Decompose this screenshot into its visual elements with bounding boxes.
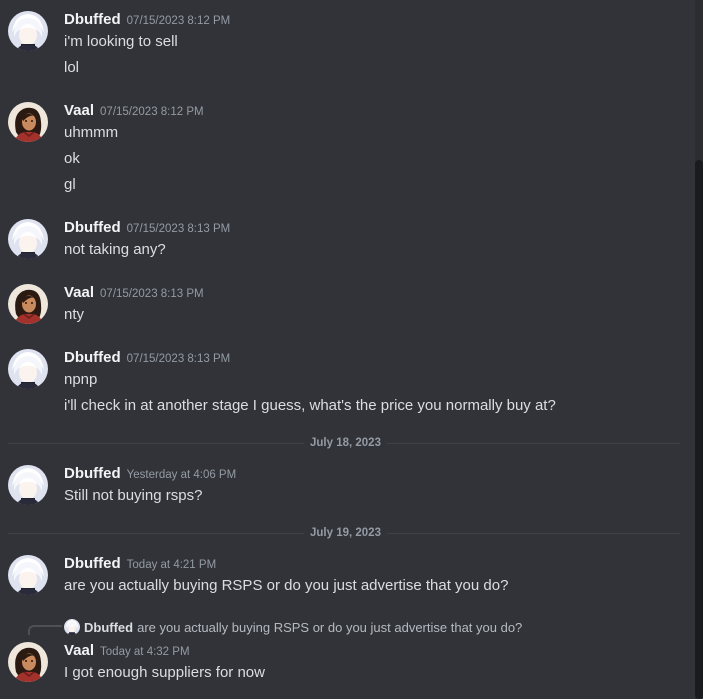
message-header: Dbuffed 07/15/2023 8:13 PM bbox=[64, 219, 230, 238]
reply-avatar-icon bbox=[64, 619, 80, 635]
message-line: lol bbox=[64, 59, 80, 76]
message-header: Dbuffed Today at 4:21 PM bbox=[64, 555, 216, 574]
username[interactable]: Dbuffed bbox=[64, 11, 121, 28]
dbuffed-avatar-icon bbox=[8, 465, 48, 505]
message-line: ok bbox=[64, 150, 80, 167]
reply-preview[interactable]: Dbuffed are you actually buying RSPS or d… bbox=[64, 619, 522, 636]
message-header: Dbuffed 07/15/2023 8:13 PM bbox=[64, 349, 230, 368]
reply-text[interactable]: are you actually buying RSPS or do you j… bbox=[137, 620, 522, 635]
message-header: Dbuffed Yesterday at 4:06 PM bbox=[64, 465, 236, 484]
date-divider-label: July 19, 2023 bbox=[304, 526, 387, 540]
timestamp[interactable]: 07/15/2023 8:13 PM bbox=[100, 288, 204, 300]
message-header: Vaal Today at 4:32 PM bbox=[64, 642, 190, 661]
username[interactable]: Vaal bbox=[64, 284, 94, 301]
date-divider-label: July 18, 2023 bbox=[304, 436, 387, 450]
message-line: I got enough suppliers for now bbox=[64, 664, 265, 681]
message-line: uhmmm bbox=[64, 124, 119, 141]
username[interactable]: Vaal bbox=[64, 642, 94, 659]
message-line: nty bbox=[64, 306, 85, 323]
message-line: are you actually buying RSPS or do you j… bbox=[64, 577, 509, 594]
message-header: Dbuffed 07/15/2023 8:12 PM bbox=[64, 11, 230, 30]
username[interactable]: Dbuffed bbox=[64, 219, 121, 236]
username[interactable]: Dbuffed bbox=[64, 349, 121, 366]
chat-messages: Dbuffed 07/15/2023 8:12 PM i'm looking to… bbox=[0, 0, 693, 699]
vaal-avatar-icon bbox=[8, 102, 48, 142]
user-avatar[interactable] bbox=[8, 219, 48, 259]
user-avatar[interactable] bbox=[8, 284, 48, 324]
message-line: npnp bbox=[64, 371, 98, 388]
vaal-avatar-icon bbox=[8, 284, 48, 324]
message-line: gl bbox=[64, 176, 76, 193]
message-line: Still not buying rsps? bbox=[64, 487, 203, 504]
message-line: i'm looking to sell bbox=[64, 33, 178, 50]
username[interactable]: Vaal bbox=[64, 102, 94, 119]
username[interactable]: Dbuffed bbox=[64, 555, 121, 572]
dbuffed-avatar-icon bbox=[8, 349, 48, 389]
timestamp[interactable]: 07/15/2023 8:13 PM bbox=[127, 223, 231, 235]
timestamp[interactable]: Today at 4:32 PM bbox=[100, 646, 190, 658]
username[interactable]: Dbuffed bbox=[64, 465, 121, 482]
user-avatar[interactable] bbox=[8, 642, 48, 682]
timestamp[interactable]: 07/15/2023 8:13 PM bbox=[127, 353, 231, 365]
message-header: Vaal 07/15/2023 8:13 PM bbox=[64, 284, 204, 303]
message-header: Vaal 07/15/2023 8:12 PM bbox=[64, 102, 204, 121]
timestamp[interactable]: 07/15/2023 8:12 PM bbox=[127, 15, 231, 27]
user-avatar[interactable] bbox=[8, 11, 48, 51]
user-avatar[interactable] bbox=[8, 555, 48, 595]
user-avatar[interactable] bbox=[8, 349, 48, 389]
timestamp[interactable]: Yesterday at 4:06 PM bbox=[127, 469, 237, 481]
timestamp[interactable]: 07/15/2023 8:12 PM bbox=[100, 106, 204, 118]
message-line: i'll check in at another stage I guess, … bbox=[64, 397, 556, 414]
scrollbar-thumb[interactable] bbox=[695, 160, 703, 699]
timestamp[interactable]: Today at 4:21 PM bbox=[127, 559, 217, 571]
vaal-avatar-icon bbox=[8, 642, 48, 682]
user-avatar[interactable] bbox=[8, 465, 48, 505]
dbuffed-avatar-icon bbox=[8, 219, 48, 259]
reply-username[interactable]: Dbuffed bbox=[84, 620, 133, 635]
user-avatar[interactable] bbox=[8, 102, 48, 142]
reply-connector bbox=[28, 625, 62, 635]
dbuffed-avatar-icon bbox=[8, 11, 48, 51]
message-line: not taking any? bbox=[64, 241, 166, 258]
dbuffed-avatar-icon bbox=[8, 555, 48, 595]
